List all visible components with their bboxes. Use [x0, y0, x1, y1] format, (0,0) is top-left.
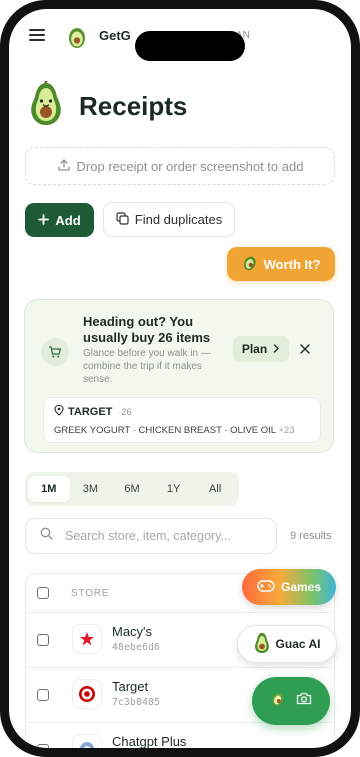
upload-icon	[57, 158, 71, 175]
search-icon	[40, 527, 53, 545]
row-checkbox[interactable]	[37, 744, 49, 748]
table-row[interactable]: Chatgpt Plus	[26, 723, 334, 748]
chevron-right-icon	[273, 342, 280, 356]
worth-it-label: Worth It?	[263, 256, 321, 272]
tab-1m[interactable]: 1M	[28, 476, 70, 502]
chatgpt-logo-icon	[72, 734, 102, 748]
guac-ai-label: Guac AI	[275, 637, 321, 651]
store-items: GREEK YOGURT · CHICKEN BREAST · OLIVE OI…	[54, 425, 295, 436]
tip-description: Glance before you walk in — combine the …	[83, 348, 211, 385]
store-column-header: STORE	[71, 588, 110, 599]
store-items-more: +23	[278, 425, 295, 436]
store-name: TARGET	[68, 406, 113, 418]
dropzone-label: Drop receipt or order screenshot to add	[76, 158, 304, 174]
time-range-tabs: 1M 3M 6M 1Y All	[25, 472, 239, 506]
shopping-tip-card: Heading out? You usually buy 26 items Gl…	[24, 299, 334, 453]
tab-3m[interactable]: 3M	[70, 476, 112, 502]
map-pin-icon	[54, 404, 64, 419]
camera-icon	[296, 692, 312, 710]
games-label: Games	[280, 580, 322, 594]
store-name: Target	[112, 679, 149, 694]
cart-icon	[41, 338, 69, 366]
target-logo-icon	[72, 679, 102, 709]
find-duplicates-label: Find duplicates	[134, 212, 223, 227]
avocado-icon	[254, 632, 270, 657]
store-items-list: GREEK YOGURT · CHICKEN BREAST · OLIVE OI…	[54, 425, 276, 436]
tab-6m[interactable]: 6M	[111, 476, 153, 502]
search-input[interactable]	[63, 528, 267, 544]
add-receipt-button[interactable]: Add	[25, 203, 94, 237]
receipt-dropzone[interactable]: Drop receipt or order screenshot to add	[25, 147, 335, 185]
suggested-store-card[interactable]: TARGET ·26 GREEK YOGURT · CHICKEN BREAST…	[43, 397, 321, 443]
page-title: Receipts	[79, 91, 188, 121]
close-icon[interactable]	[298, 342, 312, 356]
store-name: Macy's	[112, 624, 153, 639]
search-box	[25, 518, 277, 554]
select-all-checkbox[interactable]	[37, 587, 49, 599]
row-checkbox[interactable]	[37, 689, 49, 701]
add-label: Add	[55, 212, 81, 228]
find-duplicates-button[interactable]: Find duplicates	[103, 202, 235, 237]
phone-frame: GetG MAN Receipts Drop recei	[0, 0, 360, 757]
guac-ai-button[interactable]: Guac AI	[237, 625, 337, 663]
avocado-icon	[242, 255, 258, 274]
store-count: ·26	[118, 407, 132, 417]
copy-icon	[116, 211, 129, 228]
receipt-id: 48ebe6d6	[112, 642, 161, 653]
games-button[interactable]: Games	[242, 569, 336, 605]
plus-icon	[38, 213, 50, 228]
app-screen: GetG MAN Receipts Drop recei	[9, 9, 351, 748]
store-header: TARGET ·26	[54, 404, 132, 419]
plan-label: Plan	[241, 342, 268, 356]
hamburger-icon[interactable]	[29, 29, 45, 41]
results-count: 9 results	[290, 530, 332, 542]
tab-1y[interactable]: 1Y	[153, 476, 195, 502]
macys-logo-icon	[72, 624, 102, 654]
plan-button[interactable]: Plan	[233, 336, 289, 362]
receipt-id: 7c3b8485	[112, 697, 161, 708]
brand-name: GetG	[99, 28, 131, 43]
avocado-icon	[270, 691, 286, 712]
tab-all[interactable]: All	[194, 476, 236, 502]
row-checkbox[interactable]	[37, 634, 49, 646]
scan-receipt-button[interactable]	[252, 677, 330, 725]
avocado-icon	[65, 25, 89, 54]
worth-it-button[interactable]: Worth It?	[227, 247, 335, 281]
tip-title: Heading out? You usually buy 26 items	[83, 314, 211, 345]
dynamic-island	[135, 31, 245, 61]
store-name: Chatgpt Plus	[112, 734, 187, 748]
gamepad-icon	[257, 579, 275, 595]
avocado-mascot-icon	[29, 78, 63, 132]
